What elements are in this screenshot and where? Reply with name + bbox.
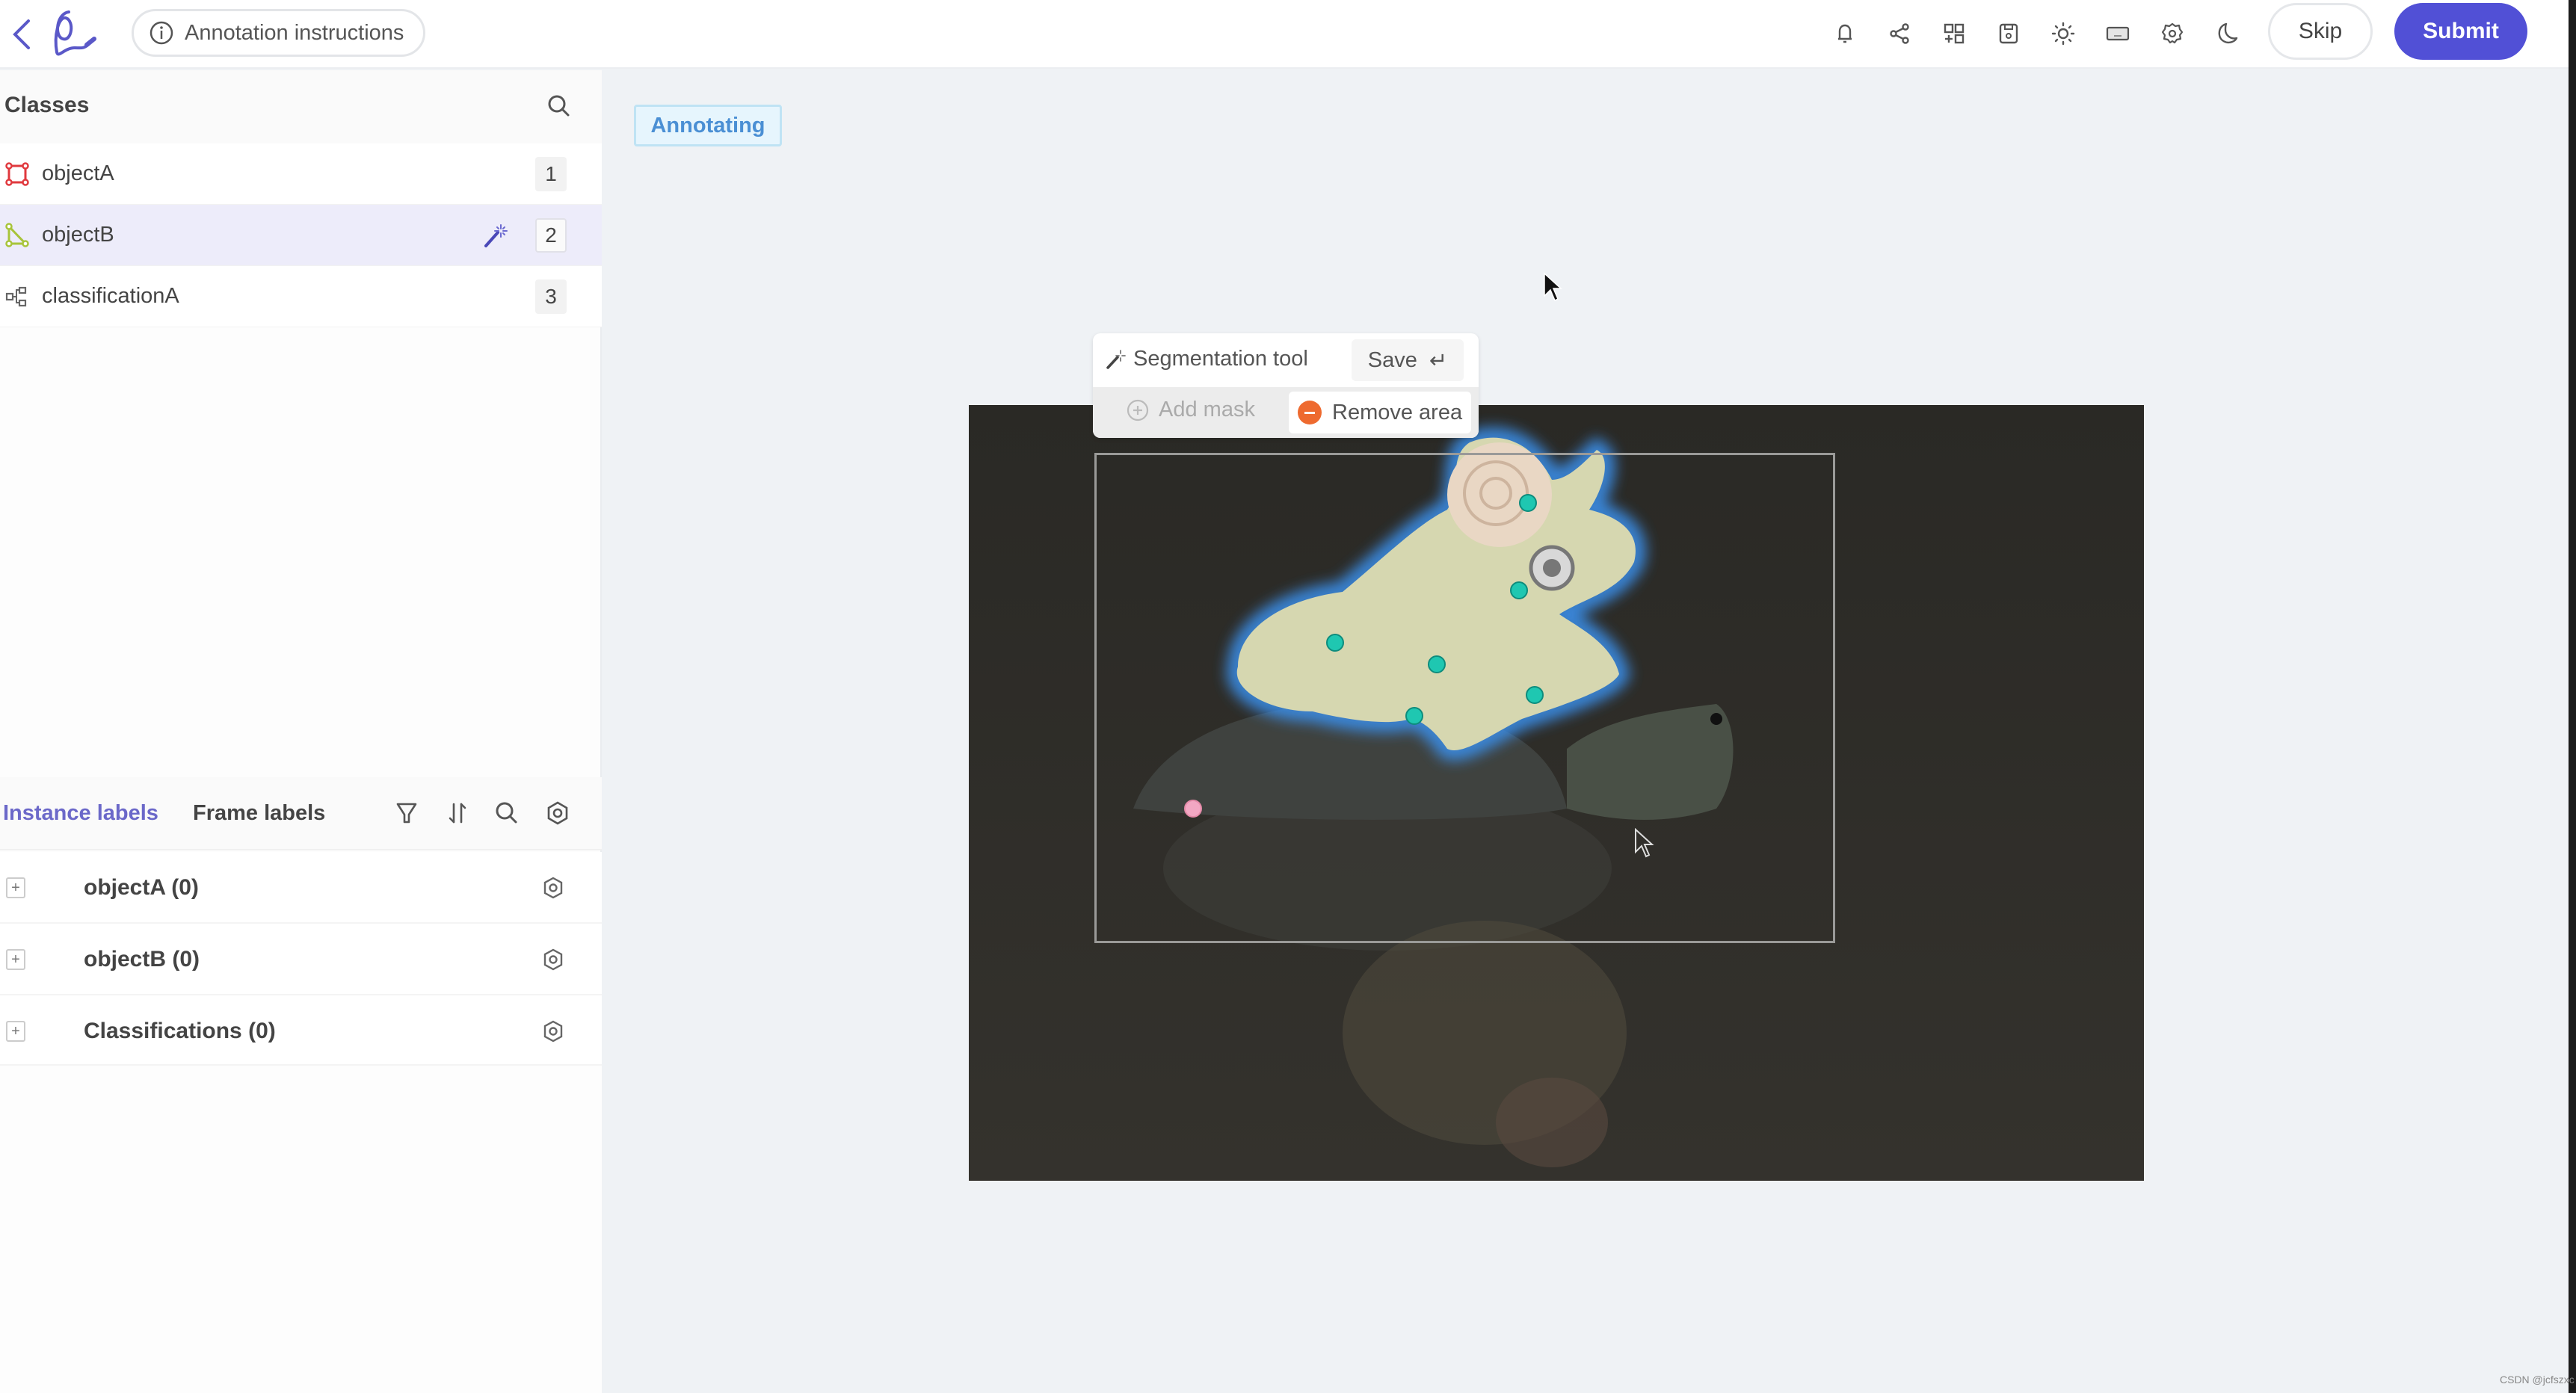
- label-group-classifications[interactable]: + Classifications (0): [0, 995, 602, 1067]
- share-icon: [1890, 23, 1909, 44]
- labels-empty-area: [0, 1064, 602, 1393]
- expand-icon[interactable]: +: [6, 949, 25, 970]
- bell-icon: [1838, 24, 1852, 43]
- polygon-tool-icon: [5, 222, 29, 247]
- status-badge: Annotating: [634, 105, 782, 146]
- plus-circle-icon: [1127, 399, 1149, 421]
- class-label: classificationA: [42, 284, 179, 308]
- notifications-button[interactable]: [1831, 20, 1858, 47]
- class-hotkey: 3: [535, 279, 567, 314]
- class-label: objectB: [42, 223, 114, 247]
- tab-frame-labels[interactable]: Frame labels: [193, 801, 325, 826]
- keyboard-shortcuts-button[interactable]: [2104, 20, 2131, 47]
- segmentation-save-button[interactable]: Save ↵: [1352, 339, 1464, 381]
- class-hotkey: 1: [535, 156, 567, 191]
- sort-icon[interactable]: [443, 798, 472, 828]
- label-group-title: Classifications (0): [84, 1019, 276, 1043]
- expand-icon[interactable]: +: [6, 877, 25, 898]
- submit-button[interactable]: Submit: [2394, 3, 2527, 60]
- dark-mode-moon-icon: [2218, 22, 2238, 44]
- label-group-objectA[interactable]: + objectA (0): [0, 852, 602, 924]
- settings-gear-icon: [2161, 22, 2184, 44]
- skip-button[interactable]: Skip: [2268, 3, 2373, 60]
- enter-key-icon: ↵: [1429, 348, 1448, 373]
- segmentation-mode-bar: Add mask Remove area: [1093, 387, 1479, 438]
- left-panel: Classes objectA 1 objectB 2 classificati…: [0, 70, 602, 1393]
- window-edge: [2569, 0, 2576, 1393]
- back-button[interactable]: [7, 16, 37, 52]
- search-icon[interactable]: [492, 798, 522, 828]
- add-widget-icon: [1944, 23, 1965, 44]
- search-icon: [548, 95, 570, 117]
- info-icon: [150, 21, 173, 45]
- segmentation-toolbar-header: Segmentation tool Save ↵: [1093, 333, 1479, 387]
- settings-button[interactable]: [2159, 20, 2186, 47]
- visibility-eye-icon[interactable]: [543, 798, 573, 828]
- brand-logo[interactable]: [42, 6, 105, 63]
- save-label: Save: [1367, 348, 1417, 372]
- remove-area-button[interactable]: Remove area: [1289, 392, 1471, 433]
- classes-header: Classes: [0, 70, 602, 143]
- class-label: objectA: [42, 161, 114, 185]
- annotation-instructions-button[interactable]: Annotation instructions: [132, 9, 426, 57]
- classes-title: Classes: [4, 93, 90, 117]
- add-widget-button[interactable]: [1941, 20, 1968, 47]
- segmentation-toolbar: Segmentation tool Save ↵ Add mask Remove…: [1093, 333, 1479, 438]
- expand-icon[interactable]: +: [6, 1021, 25, 1042]
- labels-panel-toolbar: Instance labels Frame labels: [0, 777, 602, 850]
- magic-wand-icon: [484, 223, 508, 247]
- top-header: Annotation instructions Skip Submit: [0, 0, 2569, 69]
- bounding-box-tool-icon: [5, 161, 29, 186]
- annotation-instructions-label: Annotation instructions: [185, 20, 404, 45]
- filter-icon[interactable]: [392, 798, 422, 828]
- header-toolbar: [1831, 15, 2240, 52]
- segmentation-tool-label: Segmentation tool: [1133, 347, 1308, 371]
- classification-tree-icon: [5, 286, 27, 306]
- label-group-objectB[interactable]: + objectB (0): [0, 924, 602, 995]
- class-item-objectA[interactable]: objectA 1: [0, 143, 602, 205]
- brightness-button[interactable]: [2050, 20, 2077, 47]
- label-group-title: objectA (0): [84, 875, 199, 900]
- bounding-box[interactable]: [1094, 453, 1835, 943]
- keyboard-icon: [2106, 26, 2130, 41]
- chevron-left-icon: [13, 19, 30, 49]
- brand-logo-icon: [54, 10, 96, 56]
- save-button[interactable]: [1995, 20, 2022, 47]
- watermark: CSDN @jcfszxc: [2500, 1374, 2575, 1386]
- magic-wand-icon: [1106, 349, 1126, 369]
- add-mask-label: Add mask: [1159, 398, 1255, 421]
- class-item-objectB[interactable]: objectB 2: [0, 205, 602, 266]
- class-hotkey: 2: [535, 217, 567, 253]
- remove-area-label: Remove area: [1332, 400, 1463, 424]
- save-file-icon: [1999, 23, 2018, 44]
- visibility-eye-icon[interactable]: [540, 874, 567, 901]
- brightness-icon: [2051, 22, 2075, 46]
- add-mask-button[interactable]: Add mask: [1126, 398, 1255, 422]
- mouse-cursor-icon: [1544, 272, 1562, 302]
- share-button[interactable]: [1886, 20, 1913, 47]
- classes-search-button[interactable]: [544, 91, 574, 121]
- tab-instance-labels[interactable]: Instance labels: [3, 801, 158, 826]
- label-group-title: objectB (0): [84, 947, 200, 972]
- visibility-eye-icon[interactable]: [540, 946, 567, 973]
- minus-circle-icon: [1298, 401, 1322, 424]
- segmentation-tool-title: Segmentation tool: [1105, 347, 1308, 371]
- class-item-classificationA[interactable]: classificationA 3: [0, 266, 602, 327]
- visibility-eye-icon[interactable]: [540, 1018, 567, 1045]
- dark-mode-button[interactable]: [2213, 20, 2240, 47]
